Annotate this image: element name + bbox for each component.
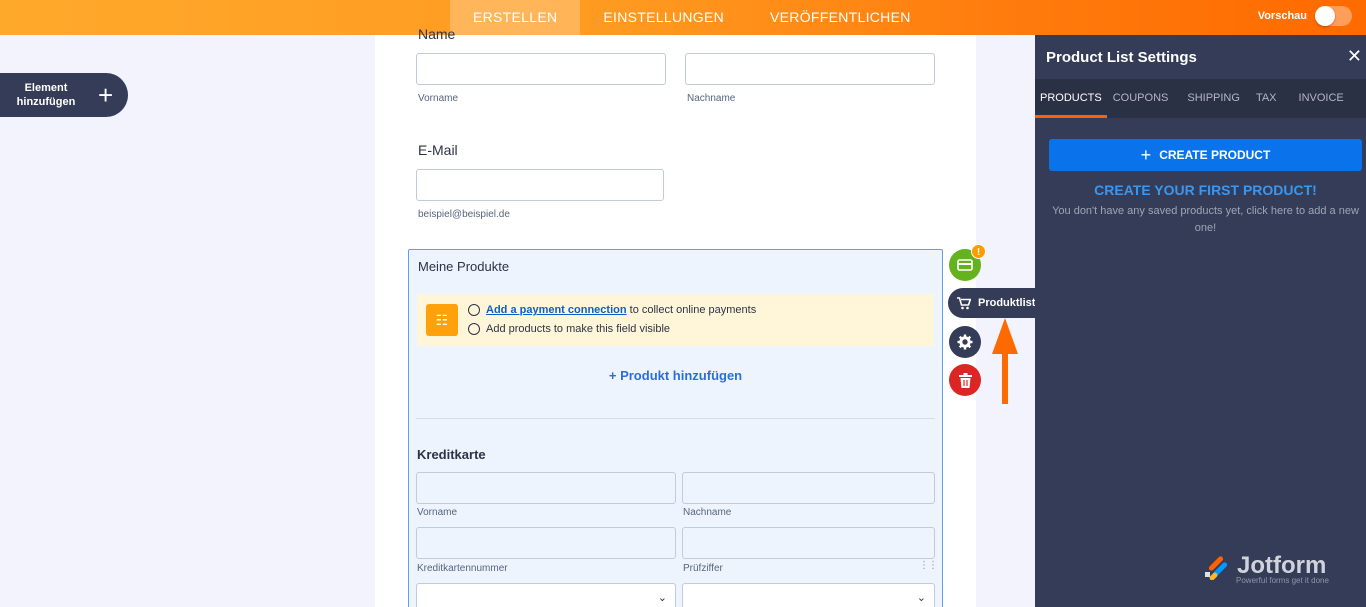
cc-cvv-input[interactable] xyxy=(682,527,935,559)
last-name-sublabel: Nachname xyxy=(687,93,736,104)
radio-icon xyxy=(468,304,480,316)
cc-cvv-sublabel: Prüfziffer xyxy=(683,563,723,574)
drag-handle-icon[interactable]: ⋮⋮ xyxy=(919,561,938,571)
jotform-logo: Jotform Powerful forms get it done xyxy=(1205,552,1329,585)
last-name-input[interactable] xyxy=(685,53,935,85)
tab-products[interactable]: PRODUCTS xyxy=(1035,79,1107,118)
tooltip-label: Produktlist xyxy=(978,297,1036,309)
cc-number-input[interactable] xyxy=(416,527,676,559)
preview-control: Vorschau xyxy=(1258,6,1352,26)
product-field-title: Meine Produkte xyxy=(418,259,510,274)
notice-row-payment: Add a payment connection to collect onli… xyxy=(468,304,756,316)
tab-coupons[interactable]: COUPONS xyxy=(1107,79,1174,118)
orange-arrow-icon xyxy=(992,318,1018,404)
email-input[interactable] xyxy=(416,169,664,201)
cc-month-select[interactable]: ⌄ xyxy=(416,583,676,607)
credit-card-title: Kreditkarte xyxy=(417,447,486,462)
toggle-knob xyxy=(1315,6,1335,26)
add-element-button[interactable]: Element hinzufügen + xyxy=(0,73,128,117)
preview-toggle[interactable] xyxy=(1315,6,1352,26)
email-sublabel: beispiel@beispiel.de xyxy=(418,209,510,220)
notice-row-products: Add products to make this field visible xyxy=(468,323,670,335)
plus-icon: + xyxy=(1140,144,1152,165)
notice-line1: Add a payment connection to collect onli… xyxy=(486,304,756,316)
empty-products-text[interactable]: You don't have any saved products yet, c… xyxy=(1049,203,1362,237)
payment-notice: ☷ Add a payment connection to collect on… xyxy=(417,294,934,346)
tab-einstellungen[interactable]: EINSTELLUNGEN xyxy=(580,0,747,35)
gear-icon xyxy=(957,334,973,350)
email-label: E-Mail xyxy=(418,142,458,158)
notice-line1-rest: to collect online payments xyxy=(626,304,757,316)
builder-tabs: ERSTELLEN EINSTELLUNGEN VERÖFFENTLICHEN xyxy=(450,0,934,35)
cc-year-select[interactable]: ⌄ xyxy=(682,583,935,607)
create-first-product-heading[interactable]: CREATE YOUR FIRST PRODUCT! xyxy=(1035,182,1366,198)
divider xyxy=(416,418,935,419)
delete-field-button[interactable] xyxy=(949,364,981,396)
tab-tax[interactable]: TAX xyxy=(1248,79,1285,118)
add-product-link[interactable]: + Produkt hinzufügen xyxy=(409,368,942,383)
tab-shipping[interactable]: SHIPPING xyxy=(1173,79,1248,118)
checklist-icon: ☷ xyxy=(426,304,458,336)
top-bar: ERSTELLEN EINSTELLUNGEN VERÖFFENTLICHEN … xyxy=(0,0,1366,35)
tab-invoice[interactable]: INVOICE xyxy=(1285,79,1344,118)
cc-first-name-sublabel: Vorname xyxy=(417,507,458,518)
radio-icon xyxy=(468,323,480,335)
create-product-button[interactable]: + CREATE PRODUCT xyxy=(1049,139,1362,171)
create-product-label: CREATE PRODUCT xyxy=(1159,148,1271,162)
notice-line2: Add products to make this field visible xyxy=(486,323,671,335)
trash-icon xyxy=(958,372,972,388)
form-canvas: Name Vorname Nachname E-Mail beispiel@be… xyxy=(375,26,976,607)
cc-last-name-sublabel: Nachname xyxy=(683,507,732,518)
product-list-field[interactable]: Meine Produkte ☷ Add a payment connectio… xyxy=(408,249,943,607)
first-name-input[interactable] xyxy=(416,53,666,85)
product-list-tooltip[interactable]: Produktlist xyxy=(948,288,1036,318)
warning-badge: ! xyxy=(971,244,986,259)
cc-first-name-input[interactable] xyxy=(416,472,676,504)
tab-erstellen[interactable]: ERSTELLEN xyxy=(450,0,581,35)
field-settings-button[interactable] xyxy=(949,326,981,358)
first-name-sublabel: Vorname xyxy=(418,93,459,104)
name-label: Name xyxy=(418,26,456,42)
cc-number-sublabel: Kreditkartennummer xyxy=(417,563,508,574)
tab-veroeffentlichen[interactable]: VERÖFFENTLICHEN xyxy=(747,0,934,35)
chevron-down-icon: ⌄ xyxy=(657,592,667,604)
brand-name: Jotform xyxy=(1237,552,1327,579)
payment-connection-link[interactable]: Add a payment connection xyxy=(486,304,627,316)
preview-label: Vorschau xyxy=(1257,10,1307,22)
chevron-down-icon: ⌄ xyxy=(916,592,926,604)
cc-last-name-input[interactable] xyxy=(682,472,935,504)
jotform-logo-icon xyxy=(1205,556,1228,580)
close-icon[interactable]: ✕ xyxy=(1347,46,1362,67)
brand-tagline: Powerful forms get it done xyxy=(1236,576,1329,585)
product-list-settings-panel: Product List Settings ✕ PRODUCTS COUPONS… xyxy=(1035,35,1366,607)
add-element-label: Element hinzufügen xyxy=(16,82,76,108)
panel-tabs: PRODUCTS COUPONS SHIPPING TAX INVOICE xyxy=(1035,79,1366,118)
cart-icon xyxy=(957,296,971,309)
credit-card-icon xyxy=(957,259,973,271)
panel-title: Product List Settings xyxy=(1046,49,1197,66)
plus-icon: + xyxy=(98,80,114,110)
